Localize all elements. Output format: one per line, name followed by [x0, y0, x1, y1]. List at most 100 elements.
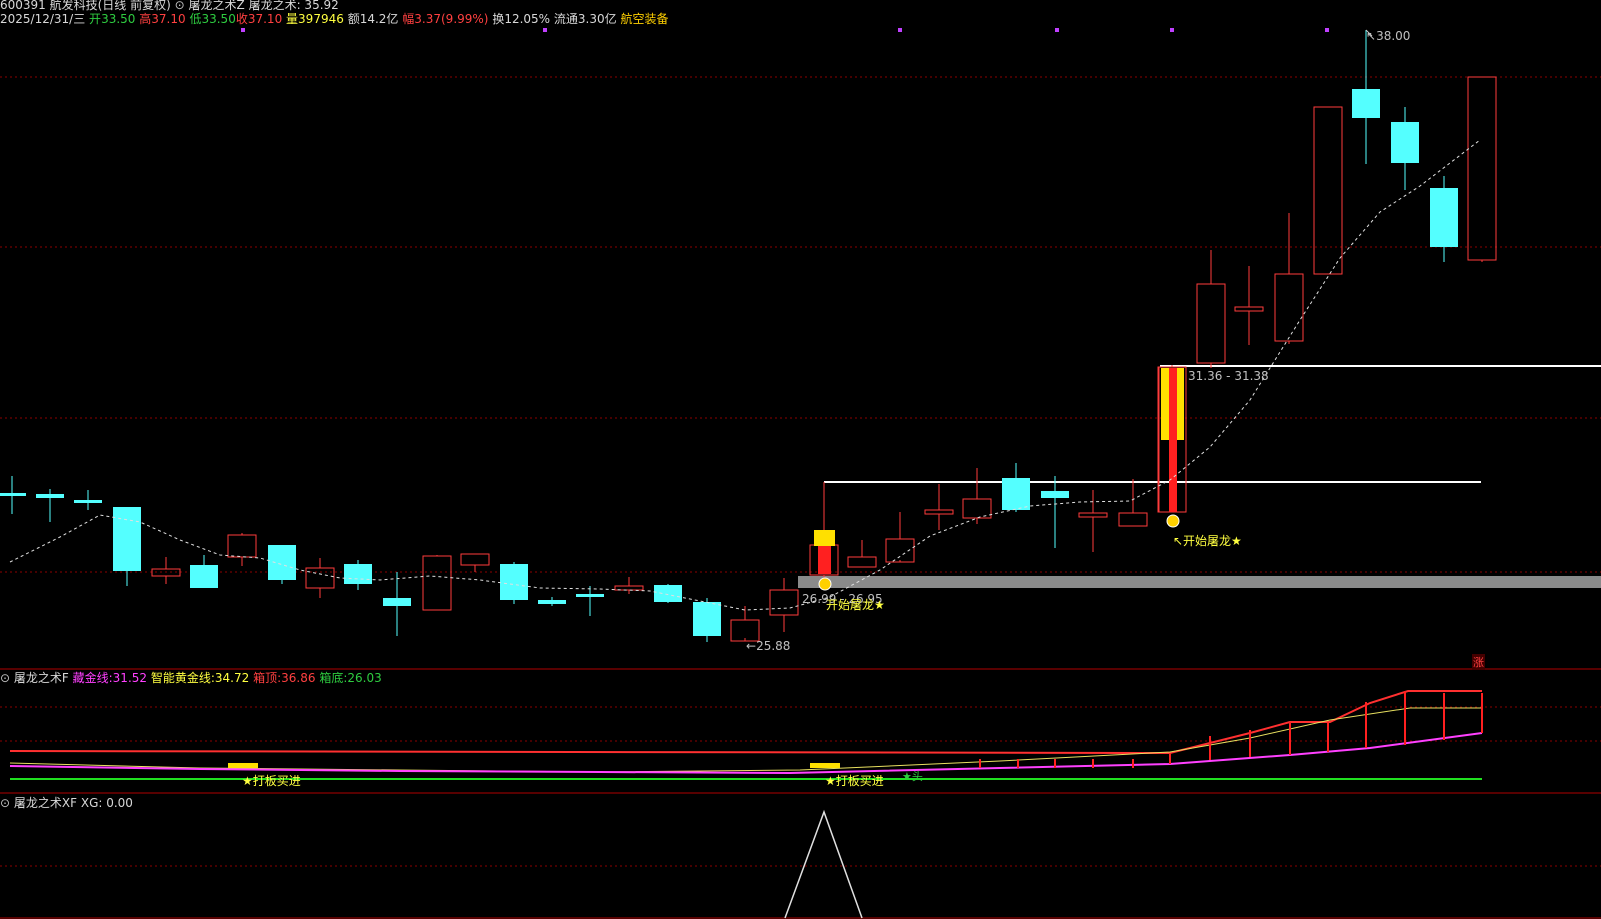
- candle-body: [1467, 76, 1497, 261]
- turnover-value: 换12.05%: [492, 12, 551, 26]
- header-row-1: 600391 航发科技(日线 前复权) ⊙ 屠龙之术Z 屠龙之术: 35.92: [0, 0, 339, 12]
- high-label: 高: [139, 12, 152, 26]
- bar-date: 2025/12/31/三: [0, 12, 86, 26]
- candle-body: [113, 507, 141, 571]
- header-row-2: 2025/12/31/三 开33.50 高37.10 低33.50收37.10 …: [0, 12, 668, 26]
- signal-marker: [1055, 28, 1059, 32]
- candle-body: [1391, 122, 1419, 163]
- line1-label: 藏金线:: [72, 671, 113, 685]
- indicator-name[interactable]: 屠龙之术Z: [189, 0, 245, 12]
- low-value: 33.50: [201, 12, 236, 26]
- panel-toggle-icon[interactable]: ⊙: [0, 671, 10, 685]
- candle-body: [1118, 512, 1148, 527]
- range-value: 3.37(9.99%): [414, 12, 489, 26]
- candle-body: [538, 600, 566, 604]
- candle-body: [924, 509, 954, 515]
- panel-toggle-icon[interactable]: ⊙: [0, 796, 10, 810]
- low-label: 低: [189, 12, 202, 26]
- zone2-label: 31.36 - 31.38: [1188, 369, 1269, 383]
- high-price-label: ↖38.00: [1366, 29, 1411, 43]
- candle-body: [383, 598, 411, 606]
- panel-xf-header: ⊙ 屠龙之术XF XG: 0.00: [0, 794, 133, 811]
- signal-candle: [1161, 368, 1169, 440]
- box-top-line: [9, 690, 1482, 755]
- range-label: 幅: [402, 12, 415, 26]
- candle-body: [885, 538, 915, 563]
- candle-body: [1196, 283, 1226, 364]
- coin-icon: [1166, 514, 1180, 528]
- panel-f-title[interactable]: 屠龙之术F: [14, 671, 69, 685]
- open-label: 开: [89, 12, 102, 26]
- candle-body: [422, 555, 452, 611]
- candle-body: [305, 567, 335, 589]
- signal-candle: [818, 546, 831, 574]
- signal-marker: [898, 28, 902, 32]
- candle-body: [500, 564, 528, 600]
- close-value: 37.10: [247, 12, 283, 26]
- head-signal: ★头: [902, 770, 923, 783]
- candle-body: [344, 564, 372, 584]
- signal-candle: [1169, 368, 1177, 512]
- line1-value: 31.52: [112, 671, 148, 685]
- yellow-flag: [810, 763, 840, 768]
- signal-candle: [1177, 368, 1184, 440]
- line3-label: 箱顶:: [253, 671, 282, 685]
- line4-label: 箱底:: [319, 671, 348, 685]
- candle-body: [1430, 188, 1458, 247]
- candle-body: [1313, 106, 1343, 275]
- signal-marker: [543, 28, 547, 32]
- indicator-value: 屠龙之术: 35.92: [248, 0, 339, 12]
- candle-body: [460, 553, 490, 566]
- kline-chart[interactable]: [0, 0, 1601, 919]
- high-value: 37.10: [151, 12, 186, 26]
- candle-body: [1274, 273, 1304, 342]
- candle-body: [847, 556, 877, 568]
- signal-marker: [1325, 28, 1329, 32]
- xg-value: XG: 0.00: [80, 796, 133, 810]
- close-label: 收: [235, 12, 248, 26]
- signal-marker: [241, 28, 245, 32]
- candle-body: [1234, 306, 1264, 312]
- candle-body: [693, 602, 721, 636]
- stock-title[interactable]: 600391 航发科技(日线 前复权): [0, 0, 171, 12]
- candle-body: [730, 619, 760, 642]
- candle-body: [74, 500, 102, 503]
- candle-body: [1002, 478, 1030, 510]
- arrow-icon: ←: [746, 639, 757, 653]
- signal-marker: [1170, 28, 1174, 32]
- golden-line: [9, 707, 1482, 773]
- amount-label: 额: [347, 12, 360, 26]
- low-price-label: ←25.88: [746, 639, 791, 653]
- coin-icon: [818, 577, 832, 591]
- buy-signal-a: ★打板买进: [242, 774, 301, 788]
- candle-body: [1352, 89, 1380, 118]
- buy-signal-b: ★打板买进: [825, 774, 884, 788]
- float-value: 流通3.30亿: [553, 12, 617, 26]
- arrow-icon: ↖: [1366, 29, 1377, 43]
- candle-body: [0, 493, 26, 496]
- volume-label: 量: [286, 12, 299, 26]
- amount-value: 14.2亿: [359, 12, 399, 26]
- panel-xf-title[interactable]: 屠龙之术XF: [14, 796, 77, 810]
- line3-value: 36.86: [281, 671, 316, 685]
- candle-body: [190, 565, 218, 588]
- panel-f-header: ⊙ 屠龙之术F 藏金线:31.52 智能黄金线:34.72 箱顶:36.86 箱…: [0, 669, 382, 686]
- candle-body: [268, 545, 296, 580]
- line4-value: 26.03: [347, 671, 382, 685]
- xg-spike: [784, 809, 863, 919]
- sector-label[interactable]: 航空装备: [620, 12, 668, 26]
- candle-body: [1041, 491, 1069, 498]
- candle-body: [962, 498, 992, 519]
- line2-label: 智能黄金线:: [150, 671, 215, 685]
- signal-start-2: ↖开始屠龙★: [1173, 534, 1242, 548]
- open-value: 33.50: [101, 12, 136, 26]
- candle-body: [1078, 512, 1108, 518]
- volume-value: 397946: [298, 12, 344, 26]
- candle-body: [654, 585, 682, 602]
- indicator-toggle-icon[interactable]: ⊙: [175, 0, 189, 12]
- candle-body: [576, 594, 604, 597]
- yellow-flag: [228, 763, 258, 768]
- zhang-badge: 涨: [1472, 654, 1485, 670]
- box-band: [798, 576, 1601, 588]
- line2-value: 34.72: [214, 671, 250, 685]
